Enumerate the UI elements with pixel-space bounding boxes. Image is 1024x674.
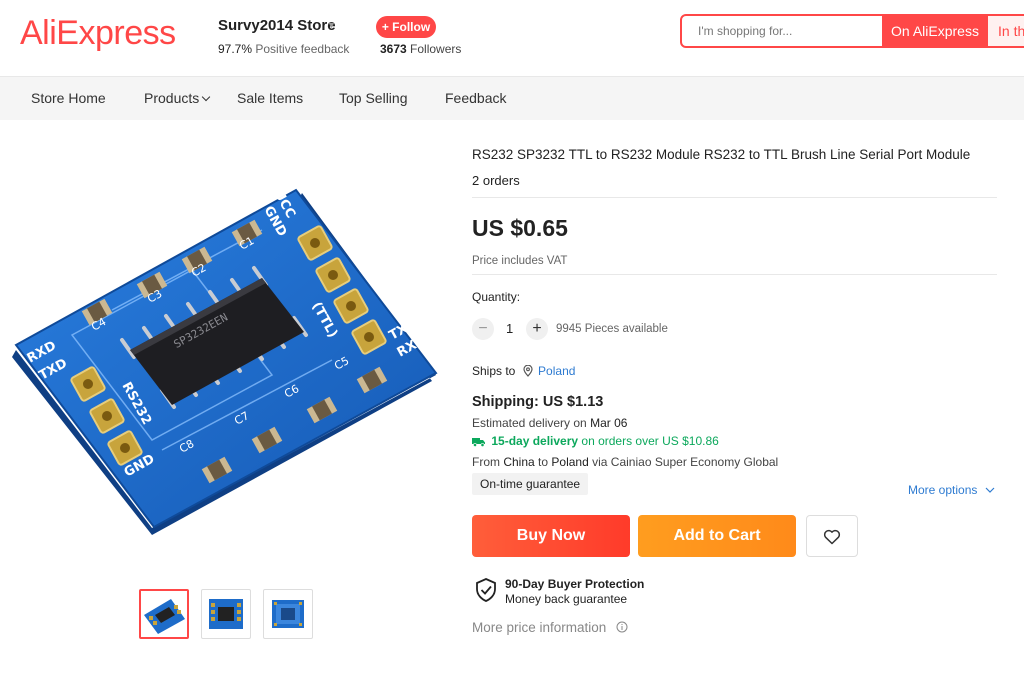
estimated-delivery: Estimated delivery on Mar 06 (472, 416, 627, 430)
shipping-route: From China to Poland via Cainiao Super E… (472, 455, 778, 469)
pieces-available: 9945 Pieces available (556, 323, 668, 335)
nav-products[interactable]: Products (144, 90, 211, 106)
search-in-store-button[interactable]: In th (988, 16, 1024, 46)
quantity-increase-button[interactable]: + (526, 318, 548, 340)
ships-to: Ships to Poland (472, 364, 575, 380)
thumbnail-image (209, 599, 243, 629)
fast-delivery-days: 15-day delivery (491, 434, 579, 448)
store-name[interactable]: Survy2014 Store (218, 17, 336, 34)
store-feedback: 97.7% Positive feedback (218, 42, 349, 56)
shield-check-icon (475, 578, 497, 607)
add-to-cart-button[interactable]: Add to Cart (638, 515, 796, 557)
info-icon (616, 621, 628, 636)
nav-products-label: Products (144, 90, 200, 106)
chevron-down-icon (985, 482, 995, 496)
divider (472, 274, 997, 275)
nav-sale-items[interactable]: Sale Items (237, 90, 303, 106)
rs232-module-image: SP3232EEN UCC GND TXD RXD RXD TXD GND RS… (12, 188, 438, 535)
more-options-link[interactable]: More options (908, 482, 995, 497)
chevron-down-icon (202, 92, 211, 102)
fast-delivery-condition: on orders over US $10.86 (581, 434, 719, 448)
thumbnail-3[interactable] (263, 589, 313, 639)
product-main-image[interactable]: SP3232EEN UCC GND TXD RXD RXD TXD GND RS… (12, 185, 440, 535)
buyer-protection-title: 90-Day Buyer Protection (505, 577, 645, 591)
estimated-delivery-label: Estimated delivery on (472, 416, 587, 430)
ships-to-country[interactable]: Poland (538, 364, 575, 378)
buyer-protection-subtitle: Money back guarantee (505, 592, 628, 606)
quantity-value[interactable]: 1 (506, 321, 513, 336)
orders-count: 2 orders (472, 173, 520, 188)
positive-feedback-label: Positive feedback (255, 42, 350, 56)
nav-top-selling[interactable]: Top Selling (339, 90, 408, 106)
positive-feedback-value: 97.7% (218, 42, 253, 56)
more-price-info-label: More price information (472, 620, 607, 635)
to-word: to (538, 455, 549, 469)
follow-button[interactable]: + Follow (376, 16, 436, 38)
more-price-info-link[interactable]: More price information (472, 620, 628, 636)
product-price: US $0.65 (472, 215, 568, 241)
thumbnail-1[interactable] (139, 589, 189, 639)
thumbnail-image (272, 600, 304, 628)
followers: 3673 Followers (380, 42, 461, 56)
followers-label: Followers (410, 42, 462, 56)
quantity-decrease-button[interactable]: − (472, 318, 494, 340)
more-options-label: More options (908, 483, 978, 497)
delivery-truck-icon (472, 436, 486, 450)
thumbnail-image (144, 599, 185, 634)
estimated-delivery-date: Mar 06 (590, 416, 628, 430)
store-dropdown-icon[interactable]: ▼ (327, 20, 336, 30)
from-country: China (503, 455, 535, 469)
quantity-label: Quantity: (472, 290, 521, 304)
location-pin-icon[interactable] (523, 364, 533, 380)
shipping-cost: Shipping: US $1.13 (472, 394, 604, 410)
search-on-aliexpress-button[interactable]: On AliExpress (882, 16, 988, 46)
on-time-guarantee-badge[interactable]: On-time guarantee (472, 473, 589, 495)
shipping-method: via Cainiao Super Economy Global (592, 455, 779, 469)
thumbnail-2[interactable] (201, 589, 251, 639)
buy-now-button[interactable]: Buy Now (472, 515, 630, 557)
nav-store-home[interactable]: Store Home (31, 90, 106, 106)
product-title: RS232 SP3232 TTL to RS232 Module RS232 t… (472, 147, 971, 162)
followers-count: 3673 (380, 42, 407, 56)
divider (472, 197, 997, 198)
store-nav: Store Home Products Sale Items Top Selli… (0, 76, 1024, 120)
wishlist-button[interactable] (806, 515, 858, 557)
search-input[interactable] (682, 16, 898, 46)
to-country: Poland (551, 455, 589, 469)
vat-note: Price includes VAT (472, 255, 568, 267)
fast-delivery: 15-day delivery on orders over US $10.86 (472, 434, 719, 450)
ships-to-label: Ships to (472, 364, 516, 378)
aliexpress-logo[interactable]: AliExpress (20, 14, 176, 53)
nav-feedback[interactable]: Feedback (445, 90, 506, 106)
heart-icon (823, 529, 841, 550)
search-bar: On AliExpress In th (680, 14, 1024, 48)
from-prefix: From (472, 455, 500, 469)
